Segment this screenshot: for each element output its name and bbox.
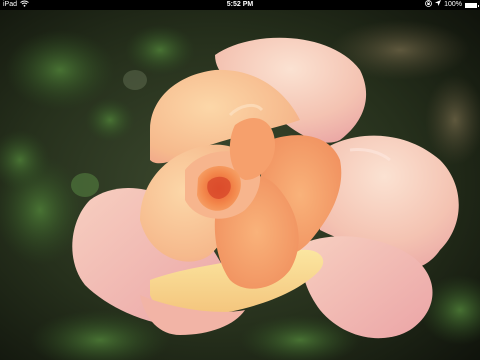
status-right: 100% — [425, 0, 479, 11]
battery-icon — [465, 2, 479, 8]
bokeh-spot — [71, 173, 99, 197]
battery-percent: 100% — [444, 1, 462, 8]
rose-photo — [0, 10, 480, 360]
bokeh-spot — [123, 70, 147, 90]
status-bar: iPad 5:52 PM 100% — [0, 0, 480, 10]
bokeh-leaf — [125, 25, 195, 75]
bokeh-leaf — [5, 30, 115, 110]
lock-rotation-icon — [425, 0, 432, 11]
location-arrow-icon — [435, 0, 442, 10]
clock: 5:52 PM — [226, 1, 254, 8]
battery-fill — [466, 3, 476, 7]
ipad-screen: iPad 5:52 PM 100% — [0, 0, 480, 360]
bokeh-leaf — [85, 98, 135, 142]
